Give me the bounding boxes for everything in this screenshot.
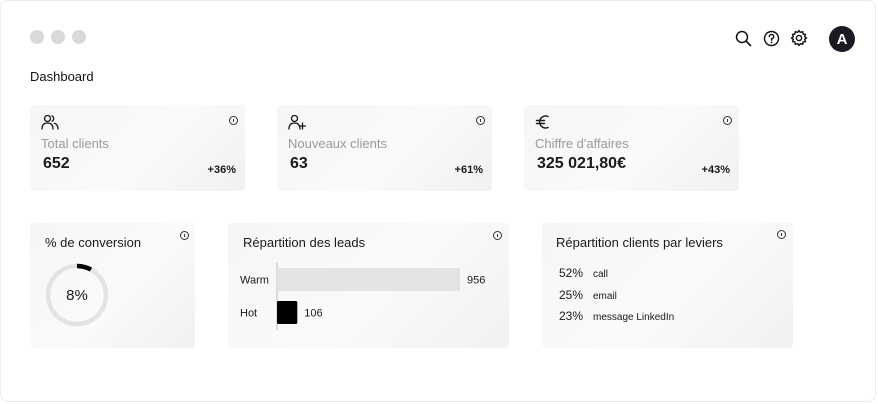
leads-value-label: 956 <box>467 275 485 287</box>
leads-bar-hot <box>277 301 298 324</box>
page-title: Dashboard <box>30 69 94 84</box>
leads-bar-warm <box>277 268 460 291</box>
users-icon <box>41 114 59 130</box>
help-icon[interactable] <box>761 28 781 48</box>
leads-value-label: 106 <box>304 308 322 320</box>
conversion-card: % de conversion 8% <box>30 223 195 348</box>
levers-card: Répartition clients par leviers 52% call… <box>542 223 793 348</box>
lever-item-call: 52% call <box>559 266 608 280</box>
conversion-value: 8% <box>66 286 88 304</box>
user-avatar[interactable]: A <box>829 26 855 52</box>
leads-card: Répartition des leads Warm 956 Hot 106 <box>228 223 509 348</box>
window-maximize-button[interactable] <box>72 30 86 44</box>
kpi-value: 63 <box>290 155 308 172</box>
info-icon[interactable] <box>476 116 485 125</box>
kpi-label: Chiffre d'affaires <box>535 136 629 151</box>
kpi-delta: +43% <box>701 164 730 176</box>
window-controls <box>30 30 86 44</box>
leads-category-label: Hot <box>240 308 257 320</box>
info-icon[interactable] <box>723 116 732 125</box>
info-icon[interactable] <box>777 230 786 239</box>
window-minimize-button[interactable] <box>51 30 65 44</box>
header-actions <box>733 28 817 48</box>
lever-percent: 52% <box>559 266 584 280</box>
lever-name: message LinkedIn <box>593 312 675 323</box>
conversion-title: % de conversion <box>45 235 142 250</box>
kpi-card-nouveaux-clients: Nouveaux clients 63 +61% <box>277 105 492 191</box>
lever-name: email <box>593 291 617 302</box>
euro-icon <box>535 115 549 129</box>
kpi-card-chiffre-affaires: Chiffre d'affaires 325 021,80€ +43% <box>524 105 739 191</box>
kpi-delta: +61% <box>454 164 483 176</box>
kpi-card-total-clients: Total clients 652 +36% <box>30 105 245 191</box>
window-close-button[interactable] <box>30 30 44 44</box>
user-plus-icon <box>288 114 306 130</box>
lever-percent: 23% <box>559 309 584 323</box>
kpi-value: 652 <box>43 155 70 172</box>
gear-icon[interactable] <box>789 28 809 48</box>
kpi-delta: +36% <box>207 164 236 176</box>
lever-item-email: 25% email <box>559 288 617 302</box>
leads-bar-chart: Warm 956 Hot 106 <box>240 263 485 330</box>
info-icon[interactable] <box>229 116 238 125</box>
kpi-label: Total clients <box>41 136 109 151</box>
leads-category-label: Warm <box>240 275 269 287</box>
levers-title: Répartition clients par leviers <box>556 235 723 250</box>
info-icon[interactable] <box>180 231 189 240</box>
search-icon[interactable] <box>733 28 753 48</box>
app-window: A Dashboard Total clients 652 +36% Nouve… <box>0 0 876 402</box>
kpi-label: Nouveaux clients <box>288 136 387 151</box>
lever-item-linkedin: 23% message LinkedIn <box>559 309 674 323</box>
lever-name: call <box>593 269 609 280</box>
lever-percent: 25% <box>559 288 584 302</box>
kpi-value: 325 021,80€ <box>537 155 626 172</box>
